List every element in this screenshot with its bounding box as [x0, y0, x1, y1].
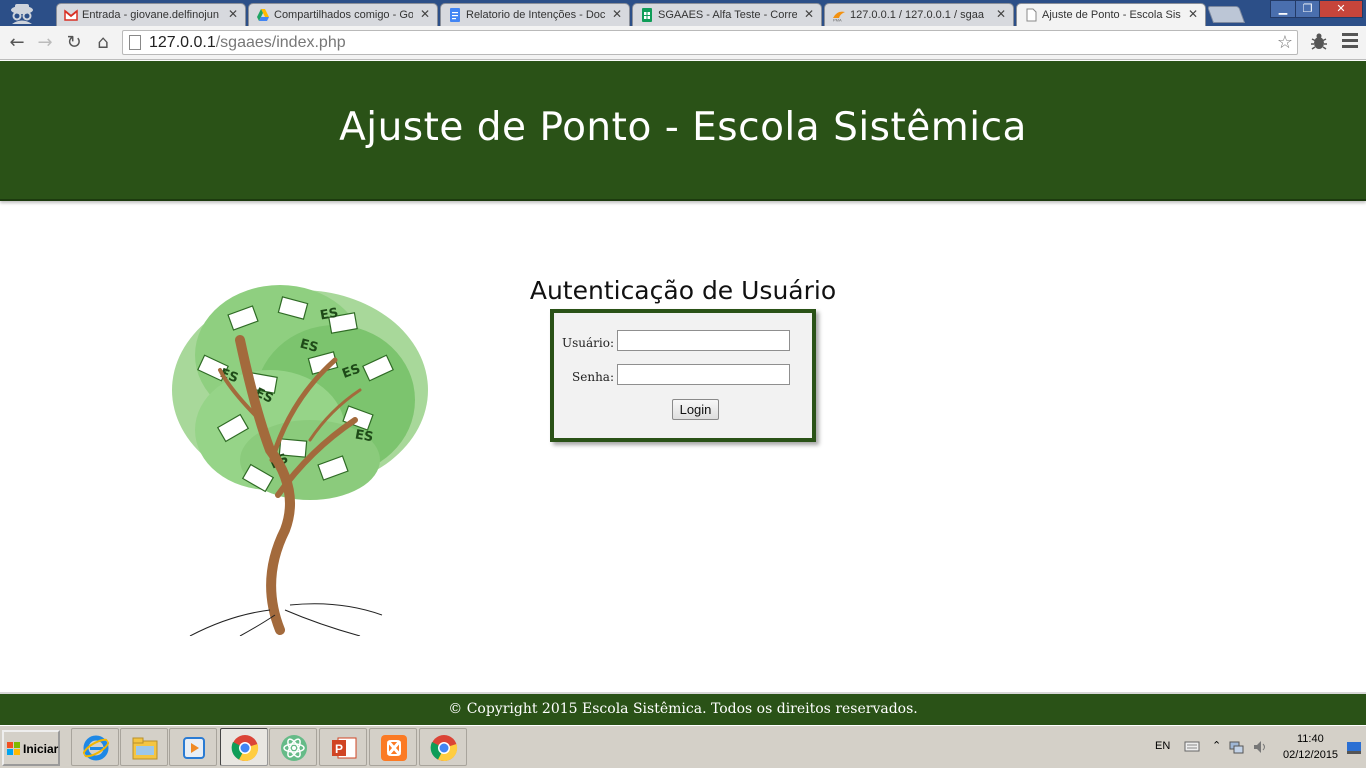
close-tab-icon[interactable]: ✕: [612, 7, 622, 21]
docs-icon: [450, 8, 460, 22]
tab-sheets[interactable]: SGAAES - Alfa Teste - Corre ✕: [632, 3, 822, 26]
svg-text:ES: ES: [319, 306, 340, 324]
close-window-button[interactable]: ✕: [1319, 0, 1363, 18]
username-label: Usuário:: [562, 336, 614, 350]
new-tab-button[interactable]: [1206, 6, 1246, 23]
file-explorer-icon: [132, 737, 158, 760]
site-header: Ajuste de Ponto - Escola Sistêmica: [0, 61, 1366, 201]
language-indicator[interactable]: EN: [1155, 740, 1170, 752]
gmail-icon: [64, 9, 78, 21]
money-tree-logo: ES ES ES ES ES ES ES: [172, 285, 428, 636]
minimize-window-button[interactable]: ▁: [1270, 0, 1296, 18]
tab-title: SGAAES - Alfa Teste - Corre: [658, 9, 797, 21]
chrome-icon: [231, 735, 259, 762]
svg-text:P: P: [335, 742, 343, 756]
start-label: Iniciar: [23, 742, 59, 756]
username-input[interactable]: [617, 330, 790, 351]
tab-ajuste-ponto[interactable]: Ajuste de Ponto - Escola Sist ✕: [1016, 3, 1206, 27]
password-input[interactable]: [617, 364, 790, 385]
reload-icon[interactable]: ↻: [63, 32, 85, 54]
phpmyadmin-icon: PMA: [833, 11, 845, 23]
close-tab-icon[interactable]: ✕: [420, 7, 430, 21]
close-tab-icon[interactable]: ✕: [996, 7, 1006, 21]
system-tray: EN ⌃ 11:40 02/12/2015: [1148, 726, 1366, 768]
svg-text:PMA: PMA: [833, 18, 842, 23]
tab-gmail[interactable]: Entrada - giovane.delfinojun ✕: [56, 3, 246, 26]
forward-arrow-icon[interactable]: →: [34, 32, 56, 54]
url-path: /sgaaes/index.php: [215, 34, 346, 51]
tab-docs[interactable]: Relatorio de Intenções - Doc ✕: [440, 3, 630, 26]
network-icon[interactable]: [1228, 739, 1244, 755]
login-form: Usuário: Senha: Login: [550, 309, 816, 442]
chrome-icon: [430, 735, 458, 762]
windows-flag-icon: [7, 742, 20, 755]
url-host: 127.0.0.1: [149, 34, 216, 51]
tab-title: Relatorio de Intenções - Doc: [466, 9, 605, 21]
sheets-icon: [642, 8, 652, 22]
site-footer: © Copyright 2015 Escola Sistêmica. Todos…: [0, 692, 1366, 725]
restore-window-button[interactable]: ❐: [1295, 0, 1320, 18]
close-tab-icon[interactable]: ✕: [804, 7, 814, 21]
home-icon[interactable]: ⌂: [92, 32, 114, 54]
taskbar-chrome[interactable]: [419, 728, 467, 766]
tab-title: Ajuste de Ponto - Escola Sist: [1042, 9, 1181, 21]
extension-bug-icon[interactable]: [1308, 31, 1330, 53]
tab-drive[interactable]: Compartilhados comigo - Go ✕: [248, 3, 438, 26]
start-button[interactable]: Iniciar: [2, 730, 60, 766]
browser-toolbar: ← → ↻ ⌂ 127.0.0.1/sgaaes/index.php ☆: [0, 26, 1366, 60]
tab-phpmyadmin[interactable]: PMA 127.0.0.1 / 127.0.0.1 / sgaa ✕: [824, 3, 1014, 26]
bookmark-star-icon[interactable]: ☆: [1277, 32, 1293, 53]
login-button[interactable]: Login: [672, 399, 719, 420]
tab-title: Entrada - giovane.delfinojun: [82, 9, 219, 21]
taskbar-atom[interactable]: [269, 728, 317, 766]
drive-icon: [257, 9, 269, 21]
url-text[interactable]: 127.0.0.1/sgaaes/index.php: [149, 34, 346, 52]
taskbar-xampp[interactable]: [369, 728, 417, 766]
clock-date[interactable]: 02/12/2015: [1283, 749, 1338, 761]
copyright-text: © Copyright 2015 Escola Sistêmica. Todos…: [448, 701, 918, 717]
tree-roots: [189, 603, 383, 636]
clock-time[interactable]: 11:40: [1297, 733, 1324, 745]
close-tab-icon[interactable]: ✕: [1188, 7, 1198, 21]
taskbar-media-player[interactable]: [169, 728, 217, 766]
keyboard-icon[interactable]: [1184, 738, 1200, 754]
media-player-icon: [183, 737, 205, 759]
xampp-icon: [381, 735, 407, 761]
show-hidden-icons-chevron[interactable]: ⌃: [1212, 739, 1221, 752]
powerpoint-icon: P: [332, 737, 357, 759]
windows-taskbar: Iniciar P EN ⌃ 11:40 02/12/2015: [0, 725, 1366, 768]
atom-icon: [281, 735, 307, 761]
chrome-menu-icon[interactable]: [1342, 33, 1358, 51]
page-title: Ajuste de Ponto - Escola Sistêmica: [339, 105, 1027, 150]
taskbar-powerpoint[interactable]: P: [319, 728, 367, 766]
tab-title: Compartilhados comigo - Go: [274, 9, 413, 21]
back-arrow-icon[interactable]: ←: [6, 32, 28, 54]
auth-heading: Autenticação de Usuário: [529, 276, 837, 305]
show-desktop-icon[interactable]: [1347, 742, 1361, 754]
close-tab-icon[interactable]: ✕: [228, 7, 238, 21]
incognito-icon: [11, 4, 33, 24]
taskbar-chrome-active[interactable]: [220, 728, 268, 766]
svg-text:ES: ES: [354, 427, 375, 445]
tab-title: 127.0.0.1 / 127.0.0.1 / sgaa: [850, 9, 984, 21]
internet-explorer-icon: [82, 735, 110, 761]
password-label: Senha:: [572, 370, 614, 384]
taskbar-file-explorer[interactable]: [120, 728, 168, 766]
taskbar-internet-explorer[interactable]: [71, 728, 119, 766]
browser-tab-strip: Entrada - giovane.delfinojun ✕ Compartil…: [0, 0, 1366, 27]
page-icon: [1026, 8, 1037, 22]
volume-icon[interactable]: [1252, 739, 1268, 755]
page-info-icon[interactable]: [129, 35, 141, 50]
address-bar[interactable]: 127.0.0.1/sgaaes/index.php ☆: [122, 30, 1298, 55]
